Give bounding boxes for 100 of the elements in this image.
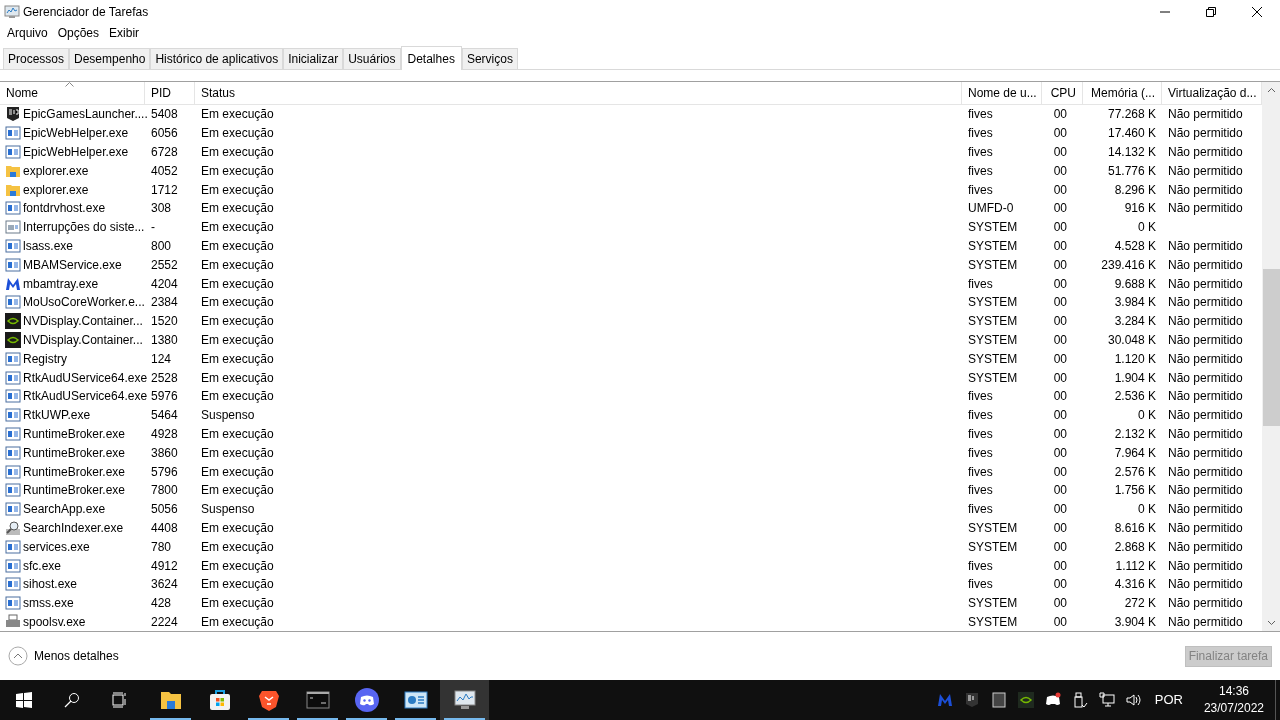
table-cell-text: RuntimeBroker.exe: [23, 463, 126, 481]
table-cell-text: 00: [1053, 501, 1067, 519]
table-cell-text: Em execução: [201, 576, 274, 594]
application-icon: [5, 557, 21, 574]
game-controller-icon[interactable]: [1044, 692, 1061, 708]
tab[interactable]: Processos: [3, 48, 70, 69]
table-cell-text: Em execução: [201, 425, 274, 443]
tab[interactable]: Detalhes: [400, 46, 462, 70]
usb-drive-icon[interactable]: [1071, 692, 1088, 708]
eye-logo-icon: [5, 331, 21, 348]
table-cell-text: EpicWebHelper.exe: [23, 144, 129, 161]
table-cell-text: SYSTEM: [968, 595, 1018, 613]
search-icon: [64, 692, 80, 708]
table-cell-text: Não permitido: [1168, 162, 1243, 180]
table-cell-text: SYSTEM: [968, 256, 1018, 274]
table-cell-text: Não permitido: [1168, 237, 1243, 255]
monitor-chart-icon: [452, 688, 477, 712]
table-cell-text: Em execução: [201, 557, 274, 575]
table-cell-text: RtkUWP.exe: [23, 407, 91, 425]
tab[interactable]: Histórico de aplicativos: [150, 48, 284, 69]
table-cell-text: 780: [151, 538, 172, 556]
application-icon: [5, 595, 21, 612]
column-header[interactable]: Nome: [6, 84, 38, 102]
window-icon: [5, 219, 21, 236]
application-icon: [5, 294, 21, 311]
clock[interactable]: 14:36 23/07/2022: [1203, 683, 1264, 717]
menu-item[interactable]: Exibir: [104, 24, 145, 42]
column-header[interactable]: Nome de u...: [968, 84, 1037, 102]
table-cell-text: 00: [1053, 294, 1067, 312]
table-cell-text: Não permitido: [1168, 106, 1243, 124]
application-icon: [5, 350, 21, 367]
eye-logo-icon[interactable]: [1017, 692, 1034, 708]
table-cell-text: services.exe: [23, 538, 90, 556]
table-cell-text: fontdrvhost.exe: [23, 200, 106, 218]
language-indicator[interactable]: POR: [1154, 690, 1183, 710]
scrollbar[interactable]: [1262, 82, 1280, 631]
table-cell-text: 7800: [151, 482, 178, 500]
network-icon[interactable]: [1098, 692, 1115, 708]
table-cell-text: RtkAudUService64.exe: [23, 388, 148, 406]
table-cell-text: 00: [1053, 463, 1067, 481]
table-cell-text: Não permitido: [1168, 519, 1243, 537]
table-cell-text: 3.284 K: [1114, 313, 1156, 331]
table-cell-text: fives: [968, 407, 993, 425]
table-cell-text: 6728: [151, 144, 178, 161]
table-cell-text: 3.984 K: [1114, 294, 1156, 312]
letter-m-logo-icon[interactable]: [936, 692, 953, 708]
table-cell-text: sihost.exe: [23, 576, 78, 594]
monitor-chart-icon: [4, 3, 20, 20]
tab[interactable]: Inicializar: [283, 48, 344, 69]
table-cell-text: SYSTEM: [968, 350, 1018, 368]
column-header[interactable]: PID: [151, 84, 171, 102]
table-cell-text: fives: [968, 444, 993, 462]
table-cell-text: 0 K: [1138, 219, 1156, 237]
less-details-link[interactable]: Menos detalhes: [34, 647, 119, 665]
menu-item[interactable]: Opções: [52, 24, 105, 42]
table-cell-text: 00: [1053, 313, 1067, 331]
table-cell-text: Não permitido: [1168, 369, 1243, 387]
column-header[interactable]: Memória (...: [1091, 84, 1155, 102]
application-icon: [5, 501, 21, 518]
tab[interactable]: Desempenho: [69, 48, 151, 69]
table-cell-text: Em execução: [201, 294, 274, 312]
table-cell-text: Não permitido: [1168, 294, 1243, 312]
column-header[interactable]: CPU: [1050, 84, 1076, 102]
table-cell-text: 1.112 K: [1115, 557, 1156, 575]
table-cell-text: EpicGamesLauncher....: [23, 106, 148, 124]
menu-item[interactable]: Arquivo: [2, 24, 53, 42]
table-cell-text: -: [151, 219, 155, 237]
column-header[interactable]: Virtualização d...: [1168, 84, 1257, 102]
window-title: Gerenciador de Tarefas: [23, 3, 149, 21]
table-cell-text: 00: [1053, 125, 1067, 143]
taskbar-app-button[interactable]: [440, 680, 489, 720]
table-cell-text: 239.416 K: [1101, 256, 1156, 274]
table-cell-text: 4.316 K: [1114, 576, 1156, 594]
table-cell-text: fives: [968, 463, 993, 481]
table-cell-text: Em execução: [201, 162, 274, 180]
table-cell-text: 17.460 K: [1107, 125, 1156, 143]
table-cell-text: Em execução: [201, 313, 274, 331]
application-icon: [5, 200, 21, 217]
table-cell-text: SYSTEM: [968, 331, 1018, 349]
tab[interactable]: Usuários: [343, 48, 401, 69]
tab[interactable]: Serviços: [461, 48, 518, 69]
table-cell-text: Não permitido: [1168, 181, 1243, 199]
shield-logo-icon[interactable]: [963, 692, 980, 708]
table-cell-text: Em execução: [201, 463, 274, 481]
table-cell-text: 1.904 K: [1114, 369, 1156, 387]
table-cell-text: 5408: [151, 106, 178, 124]
table-cell-text: 4912: [151, 557, 178, 575]
table-cell-text: 2.576 K: [1114, 463, 1156, 481]
table-cell-text: 00: [1053, 256, 1067, 274]
table-cell-text: NVDisplay.Container...: [23, 313, 143, 331]
table-cell-text: fives: [968, 388, 993, 406]
table-cell-text: Em execução: [201, 482, 274, 500]
table-cell-text: 272 K: [1124, 595, 1156, 613]
speaker-icon[interactable]: [1125, 692, 1142, 708]
table-cell-text: Em execução: [201, 200, 274, 218]
table-cell-text: 5056: [151, 501, 178, 519]
table-cell-text: Não permitido: [1168, 482, 1243, 500]
restore-icon: [1206, 6, 1216, 17]
column-header[interactable]: Status: [201, 84, 236, 102]
table-cell-text: RuntimeBroker.exe: [23, 482, 126, 500]
